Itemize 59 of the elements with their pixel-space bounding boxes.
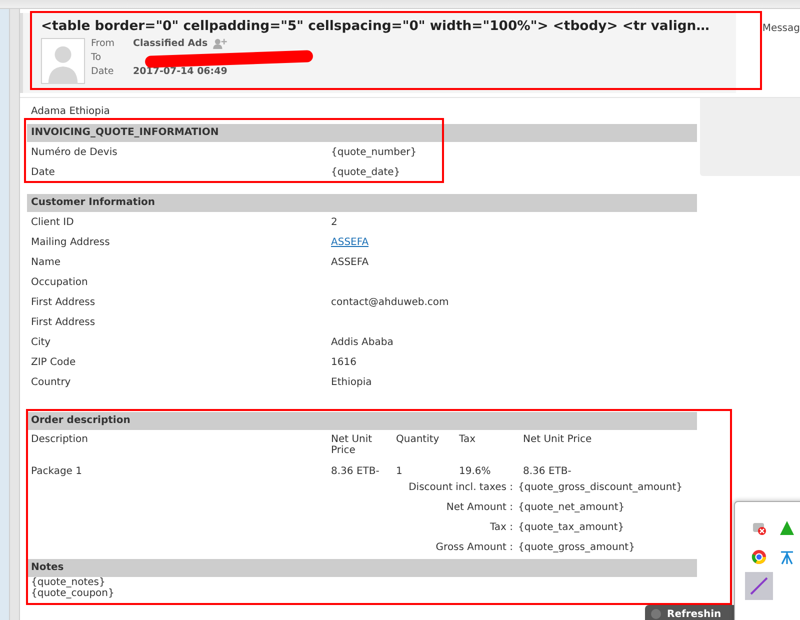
total-label: Net Amount : bbox=[445, 502, 514, 512]
field-value: Ethiopia bbox=[331, 376, 372, 388]
field-label: ZIP Code bbox=[31, 356, 77, 368]
field-label: Country bbox=[31, 376, 72, 388]
field-value: 2 bbox=[331, 216, 338, 228]
antenna-icon[interactable] bbox=[779, 549, 795, 565]
field-label: City bbox=[31, 336, 52, 348]
avatar-silhouette-icon bbox=[41, 38, 85, 84]
to-label: To bbox=[91, 52, 102, 63]
field-value: 1616 bbox=[331, 356, 356, 368]
field-value: contact@ahduweb.com bbox=[331, 296, 449, 308]
field-value: ASSEFA bbox=[331, 256, 369, 268]
total-value: {quote_net_amount} bbox=[518, 502, 625, 512]
total-value: {quote_gross_amount} bbox=[518, 542, 635, 552]
column-header: Quantity bbox=[396, 434, 440, 447]
browser-icon[interactable] bbox=[751, 549, 767, 565]
column-header: Tax bbox=[459, 434, 476, 447]
notes-text: {quote_notes} bbox=[30, 577, 106, 588]
from-label: From bbox=[91, 38, 116, 49]
total-value: {quote_gross_discount_amount} bbox=[518, 482, 683, 492]
column-header: Description bbox=[31, 434, 89, 447]
column-header: Net Unit Price bbox=[331, 434, 374, 456]
notes-text: {quote_coupon} bbox=[30, 588, 116, 599]
total-label: Gross Amount : bbox=[434, 542, 514, 552]
field-label: Mailing Address bbox=[31, 236, 111, 248]
section-header: INVOICING_QUOTE_INFORMATION bbox=[27, 124, 697, 142]
field-value: Addis Ababa bbox=[331, 336, 394, 348]
field-value: {quote_date} bbox=[331, 166, 400, 178]
messages-label: Messag bbox=[762, 23, 800, 36]
toast-text: Refreshin bbox=[667, 609, 722, 620]
location-text: Adama Ethiopia bbox=[30, 106, 111, 119]
pen-icon[interactable] bbox=[745, 572, 773, 600]
field-label: Numéro de Devis bbox=[31, 146, 118, 158]
field-label: Occupation bbox=[31, 276, 89, 288]
total-label: Discount incl. taxes : bbox=[408, 482, 514, 492]
total-label: Tax : bbox=[488, 522, 514, 532]
message-subject: <table border="0" cellpadding="5" cellspacing="0" width="100%"> <tbody> <tr valign… bbox=[41, 19, 710, 34]
section-header: Order description bbox=[27, 412, 697, 430]
column-header: Net Unit Price bbox=[523, 434, 593, 447]
field-label: Name bbox=[31, 256, 62, 268]
table-cell-text: 8.36 ETB- bbox=[523, 466, 572, 477]
section-header: Notes bbox=[27, 559, 697, 577]
field-label: First Address bbox=[31, 296, 96, 308]
field-link[interactable]: ASSEFA bbox=[331, 236, 369, 248]
table-cell-text: Package 1 bbox=[31, 466, 83, 477]
field-label: First Address bbox=[31, 316, 96, 328]
sender-name[interactable]: Classified Ads bbox=[133, 38, 208, 49]
table-cell-text: 1 bbox=[396, 466, 404, 477]
message-date: 2017-07-14 06:49 bbox=[133, 66, 228, 77]
field-label: Client ID bbox=[31, 216, 75, 228]
field-label: Date bbox=[31, 166, 56, 178]
add-contact-icon[interactable] bbox=[212, 38, 227, 49]
field-value: {quote_number} bbox=[331, 146, 417, 158]
table-cell-text: 19.6% bbox=[459, 466, 492, 477]
total-value: {quote_tax_amount} bbox=[518, 522, 624, 532]
triangle-icon[interactable] bbox=[779, 520, 795, 536]
table-cell-text: 8.36 ETB- bbox=[331, 466, 380, 477]
section-header: Customer Information bbox=[27, 194, 697, 212]
date-label: Date bbox=[91, 66, 115, 77]
